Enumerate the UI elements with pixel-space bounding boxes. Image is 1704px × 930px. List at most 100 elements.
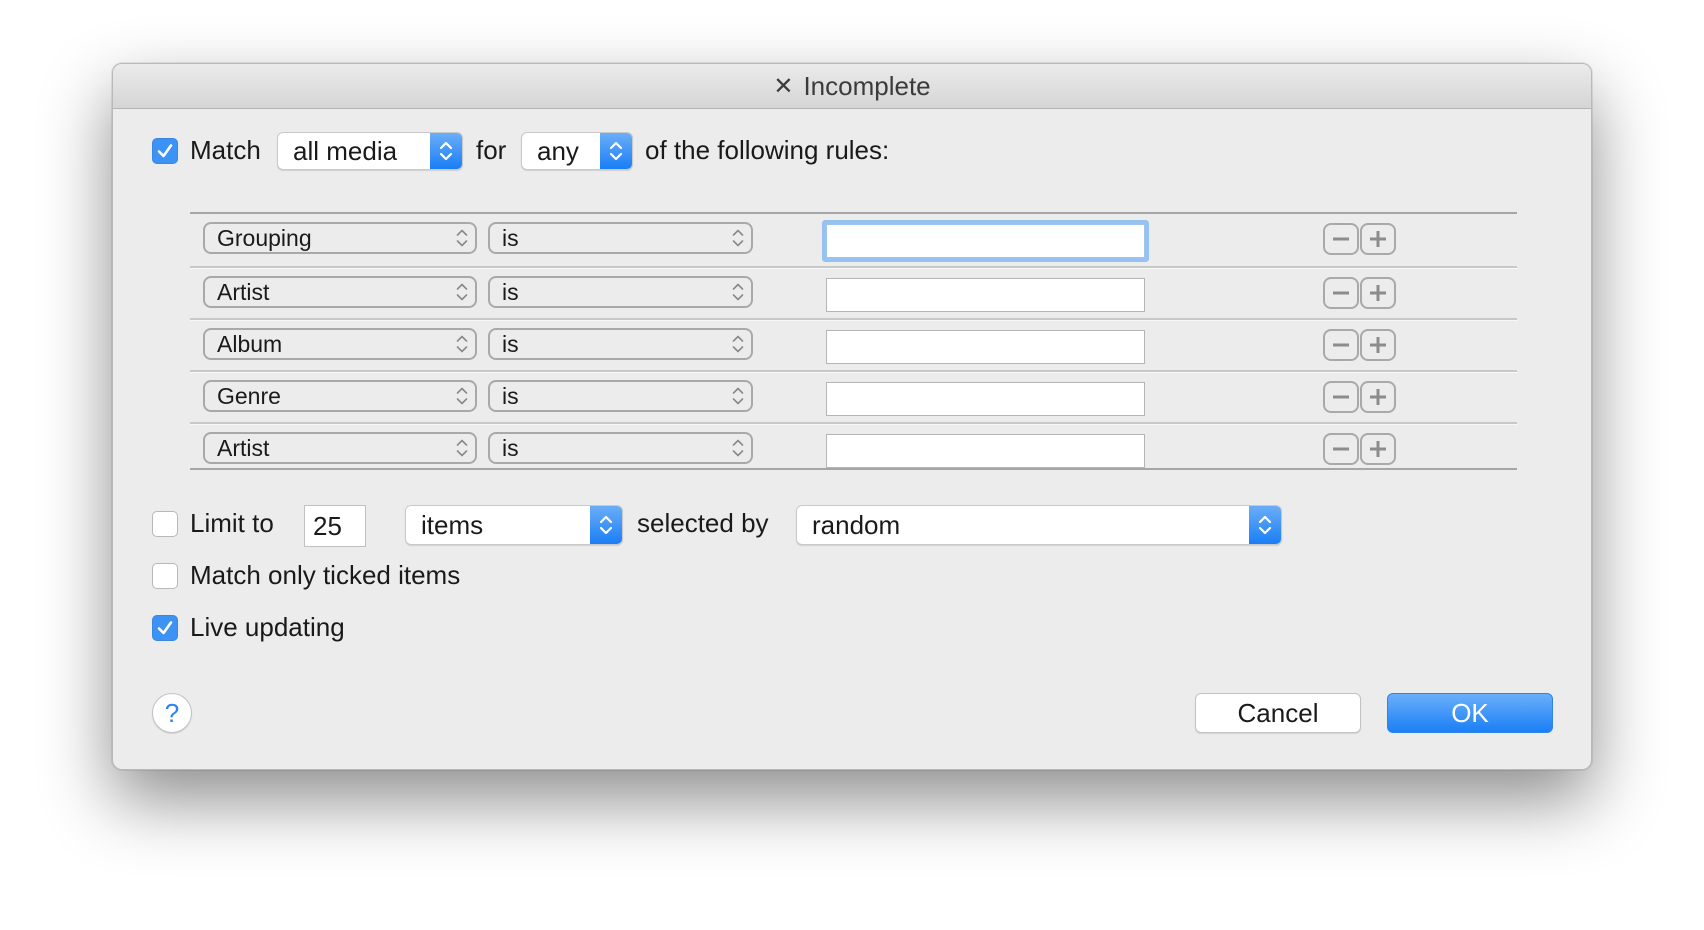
add-rule-button[interactable] bbox=[1360, 277, 1396, 309]
rule-row: Artist is bbox=[190, 266, 1517, 318]
rule-value-field[interactable] bbox=[826, 382, 1145, 416]
rule-value-field[interactable] bbox=[826, 330, 1145, 364]
smart-playlist-dialog: ✕ Incomplete Match all media for any of … bbox=[112, 63, 1592, 770]
remove-rule-button[interactable] bbox=[1323, 433, 1359, 465]
rule-value-field[interactable] bbox=[826, 434, 1145, 468]
live-updating-label: Live updating bbox=[190, 612, 345, 642]
rule-field-value: Grouping bbox=[217, 224, 312, 251]
up-down-arrows-icon bbox=[600, 133, 632, 169]
up-down-arrows-icon bbox=[449, 385, 475, 407]
rule-operator-select[interactable]: is bbox=[488, 222, 753, 254]
live-updating-checkbox[interactable] bbox=[152, 615, 178, 641]
rule-field-select[interactable]: Genre bbox=[203, 380, 477, 412]
rules-suffix-label: of the following rules: bbox=[645, 135, 890, 165]
help-button[interactable]: ? bbox=[152, 693, 192, 733]
remove-rule-button[interactable] bbox=[1323, 223, 1359, 255]
limit-label: Limit to bbox=[190, 508, 274, 538]
up-down-arrows-icon bbox=[449, 437, 475, 459]
any-all-select[interactable]: any bbox=[521, 132, 633, 170]
rule-field-select[interactable]: Album bbox=[203, 328, 477, 360]
close-x-icon: ✕ bbox=[773, 72, 794, 100]
minus-icon bbox=[1333, 447, 1349, 451]
minus-icon bbox=[1333, 291, 1349, 295]
rule-operator-value: is bbox=[502, 382, 519, 409]
rule-operator-value: is bbox=[502, 224, 519, 251]
plus-icon bbox=[1370, 389, 1386, 405]
rule-field-select[interactable]: Artist bbox=[203, 432, 477, 464]
add-rule-button[interactable] bbox=[1360, 223, 1396, 255]
selected-by-value: random bbox=[812, 509, 901, 540]
rule-row: Grouping is bbox=[190, 214, 1517, 266]
rule-value-input[interactable] bbox=[827, 331, 1144, 363]
media-kind-value: all media bbox=[293, 135, 398, 166]
cancel-button[interactable]: Cancel bbox=[1195, 693, 1361, 733]
match-ticked-label: Match only ticked items bbox=[190, 560, 461, 590]
plus-icon bbox=[1370, 231, 1386, 247]
plus-icon bbox=[1370, 337, 1386, 353]
rule-value-input[interactable] bbox=[827, 383, 1144, 415]
minus-icon bbox=[1333, 237, 1349, 241]
for-label: for bbox=[476, 135, 507, 165]
rule-field-value: Genre bbox=[217, 382, 281, 409]
limit-unit-select[interactable]: items bbox=[405, 505, 623, 545]
rules-list: Grouping is Artist is Album is Genre is Artist is bbox=[190, 212, 1517, 470]
add-rule-button[interactable] bbox=[1360, 329, 1396, 361]
rule-value-field[interactable] bbox=[826, 224, 1145, 258]
add-rule-button[interactable] bbox=[1360, 381, 1396, 413]
rule-field-select[interactable]: Artist bbox=[203, 276, 477, 308]
rule-value-input[interactable] bbox=[827, 279, 1144, 311]
up-down-arrows-icon bbox=[449, 333, 475, 355]
ok-button[interactable]: OK bbox=[1387, 693, 1553, 733]
selected-by-label: selected by bbox=[637, 508, 769, 538]
window-title: Incomplete bbox=[803, 70, 931, 101]
up-down-arrows-icon bbox=[725, 437, 751, 459]
remove-rule-button[interactable] bbox=[1323, 277, 1359, 309]
match-ticked-checkbox[interactable] bbox=[152, 563, 178, 589]
up-down-arrows-icon bbox=[449, 227, 475, 249]
up-down-arrows-icon bbox=[430, 133, 462, 169]
media-kind-select[interactable]: all media bbox=[277, 132, 463, 170]
checkmark-icon bbox=[157, 621, 173, 635]
plus-icon bbox=[1370, 285, 1386, 301]
rule-field-value: Artist bbox=[217, 278, 270, 305]
limit-checkbox[interactable] bbox=[152, 511, 178, 537]
match-checkbox[interactable] bbox=[152, 138, 178, 164]
add-rule-button[interactable] bbox=[1360, 433, 1396, 465]
rule-row: Genre is bbox=[190, 370, 1517, 422]
rule-operator-value: is bbox=[502, 278, 519, 305]
checkmark-icon bbox=[157, 144, 173, 158]
up-down-arrows-icon bbox=[449, 281, 475, 303]
rule-operator-select[interactable]: is bbox=[488, 276, 753, 308]
rule-row: Artist is bbox=[190, 422, 1517, 474]
minus-icon bbox=[1333, 395, 1349, 399]
rule-value-input[interactable] bbox=[827, 225, 1144, 257]
rule-value-field[interactable] bbox=[826, 278, 1145, 312]
rule-row: Album is bbox=[190, 318, 1517, 370]
rule-operator-value: is bbox=[502, 330, 519, 357]
up-down-arrows-icon bbox=[725, 281, 751, 303]
rule-operator-select[interactable]: is bbox=[488, 328, 753, 360]
question-mark-icon: ? bbox=[164, 697, 180, 728]
minus-icon bbox=[1333, 343, 1349, 347]
remove-rule-button[interactable] bbox=[1323, 329, 1359, 361]
plus-icon bbox=[1370, 441, 1386, 457]
up-down-arrows-icon bbox=[590, 506, 622, 544]
match-label: Match bbox=[190, 135, 261, 165]
rule-value-input[interactable] bbox=[827, 435, 1144, 467]
up-down-arrows-icon bbox=[725, 333, 751, 355]
rule-operator-value: is bbox=[502, 434, 519, 461]
rule-field-select[interactable]: Grouping bbox=[203, 222, 477, 254]
rule-field-value: Album bbox=[217, 330, 283, 357]
title-bar: ✕ Incomplete bbox=[113, 64, 1591, 109]
rule-field-value: Artist bbox=[217, 434, 270, 461]
limit-value-field[interactable]: 25 bbox=[304, 505, 366, 547]
up-down-arrows-icon bbox=[725, 227, 751, 249]
selected-by-select[interactable]: random bbox=[796, 505, 1282, 545]
limit-unit-value: items bbox=[421, 509, 484, 540]
rule-operator-select[interactable]: is bbox=[488, 380, 753, 412]
any-all-value: any bbox=[537, 135, 579, 166]
up-down-arrows-icon bbox=[1249, 506, 1281, 544]
remove-rule-button[interactable] bbox=[1323, 381, 1359, 413]
up-down-arrows-icon bbox=[725, 385, 751, 407]
rule-operator-select[interactable]: is bbox=[488, 432, 753, 464]
